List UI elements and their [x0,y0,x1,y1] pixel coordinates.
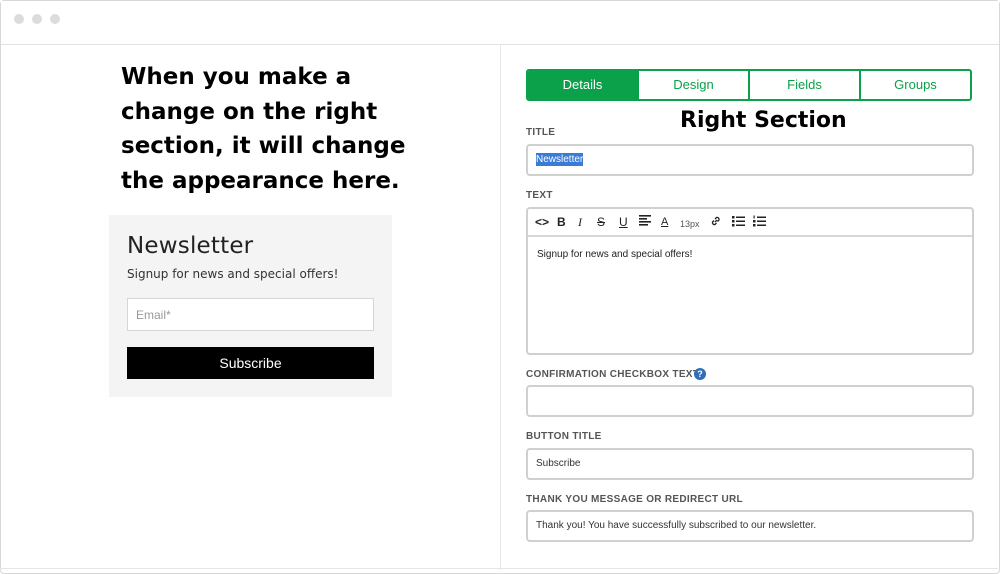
bold-icon[interactable]: B [557,215,566,229]
font-size-control[interactable]: 13px [680,217,700,231]
title-input-value: Newsletter [536,153,584,166]
thankyou-input[interactable]: Thank you! You have successfully subscri… [526,510,974,542]
tab-groups[interactable]: Groups [859,71,970,99]
preview-text: Signup for news and special offers! [127,267,339,281]
text-editor[interactable]: <> B I S U A 13px Signup for news and sp… [526,207,974,355]
tab-design[interactable]: Design [637,71,748,99]
title-input[interactable]: Newsletter [526,144,974,176]
confirmation-label: CONFIRMATION CHECKBOX TEXT [526,369,700,380]
help-icon[interactable]: ? [694,368,706,380]
tab-details[interactable]: Details [528,71,637,99]
window-titlebar [1,1,999,45]
bottom-border [0,568,998,569]
italic-icon[interactable]: I [578,215,582,229]
preview-title: Newsletter [127,233,254,259]
bullet-list-icon[interactable] [732,215,745,230]
button-title-label: BUTTON TITLE [526,431,602,442]
editor-toolbar: <> B I S U A 13px [528,209,972,237]
left-annotation: When you make a change on the right sect… [121,64,406,194]
window-dot-icon [32,14,42,24]
align-icon[interactable] [639,215,651,229]
strikethrough-icon[interactable]: S [597,215,605,229]
confirmation-input[interactable] [526,385,974,417]
panel-divider [500,44,501,570]
newsletter-preview: Newsletter Signup for news and special o… [109,215,392,397]
text-color-icon[interactable]: A [661,215,668,229]
preview-email-input[interactable]: Email* [127,298,374,331]
editor-content[interactable]: Signup for news and special offers! [537,249,692,260]
button-title-input[interactable]: Subscribe [526,448,974,480]
right-annotation: Right Section [680,108,847,133]
link-icon[interactable] [710,215,722,230]
window-dot-icon [14,14,24,24]
preview-subscribe-button[interactable]: Subscribe [127,347,374,379]
editor-tabs: Details Design Fields Groups [526,69,972,101]
thankyou-label: THANK YOU MESSAGE OR REDIRECT URL [526,494,743,505]
numbered-list-icon[interactable] [753,215,766,230]
text-label: TEXT [526,190,553,201]
underline-icon[interactable]: U [619,215,628,229]
title-label: TITLE [526,127,556,138]
window-dot-icon [50,14,60,24]
code-icon[interactable]: <> [535,215,549,229]
tab-fields[interactable]: Fields [748,71,859,99]
